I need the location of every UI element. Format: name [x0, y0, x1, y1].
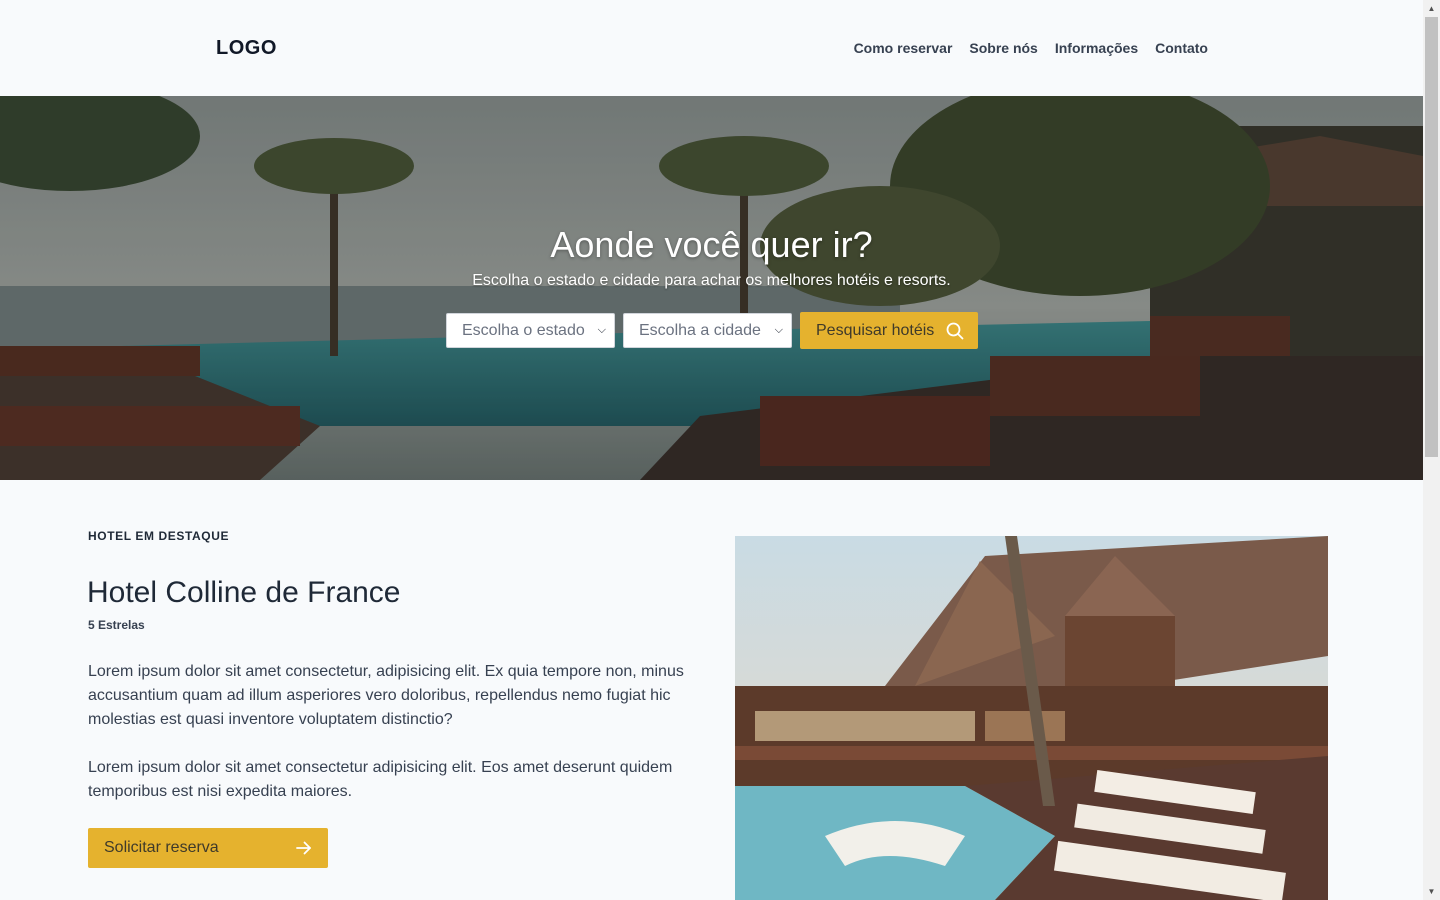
city-select[interactable]: Escolha a cidade ⌵ [623, 313, 792, 348]
nav-link-sobre-nos[interactable]: Sobre nós [969, 40, 1037, 56]
site-header: LOGO Como reservar Sobre nós Informações… [0, 0, 1423, 96]
hotel-stars: 5 Estrelas [88, 618, 145, 632]
site-logo[interactable]: LOGO [216, 37, 277, 60]
hero-title: Aonde você quer ir? [550, 224, 873, 265]
state-select[interactable]: Escolha o estado ⌵ [446, 313, 615, 348]
hero-subtitle: Escolha o estado e cidade para achar os … [472, 272, 951, 289]
arrow-right-icon [296, 841, 311, 855]
scroll-up-arrow-icon[interactable]: ▲ [1423, 0, 1440, 17]
state-select-value: Escolha o estado [462, 321, 585, 339]
search-icon [946, 322, 964, 339]
hero-banner: Aonde você quer ir? Escolha o estado e c… [0, 96, 1423, 480]
hotel-description-2: Lorem ipsum dolor sit amet consectetur a… [88, 759, 673, 800]
request-reservation-label: Solicitar reserva [104, 839, 219, 856]
page-scrollbar[interactable]: ▲ ▼ [1423, 0, 1440, 900]
scroll-down-arrow-icon[interactable]: ▼ [1423, 883, 1440, 900]
hotel-name: Hotel Colline de France [87, 576, 401, 609]
request-reservation-button[interactable]: Solicitar reserva [88, 828, 328, 868]
search-hotels-button[interactable]: Pesquisar hotéis [800, 312, 978, 349]
main-nav: Como reservar Sobre nós Informações Cont… [854, 40, 1208, 56]
chevron-down-icon: ⌵ [597, 324, 606, 336]
featured-kicker: HOTEL EM DESTAQUE [88, 529, 230, 543]
chevron-down-icon: ⌵ [774, 324, 783, 336]
nav-link-contato[interactable]: Contato [1155, 40, 1208, 56]
hotel-photo [735, 536, 1328, 900]
scrollbar-thumb[interactable] [1425, 17, 1438, 457]
hotel-search-form: Escolha o estado ⌵ Escolha a cidade ⌵ Pe… [446, 312, 978, 349]
search-hotels-label: Pesquisar hotéis [816, 321, 935, 339]
hotel-description-1: Lorem ipsum dolor sit amet consectetur, … [88, 663, 684, 728]
nav-link-como-reservar[interactable]: Como reservar [854, 40, 953, 56]
nav-link-informacoes[interactable]: Informações [1055, 40, 1138, 56]
city-select-value: Escolha a cidade [639, 321, 761, 339]
